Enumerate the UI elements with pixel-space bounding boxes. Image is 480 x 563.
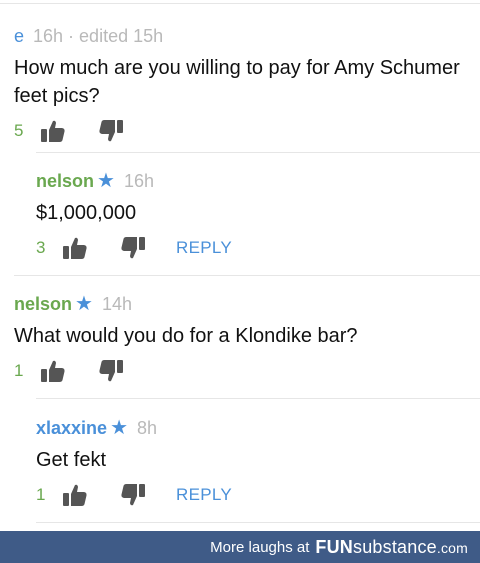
comment-divider bbox=[14, 275, 480, 276]
star-icon: ★ bbox=[110, 417, 128, 439]
thumbs-up-icon[interactable] bbox=[62, 236, 88, 260]
comment-timestamp: 16h bbox=[123, 170, 154, 191]
thumbs-down-icon[interactable] bbox=[120, 483, 146, 507]
brand-substance: substance bbox=[353, 536, 437, 557]
comment-4: xlaxxine ★ 8h Get fekt 1 REPLY bbox=[36, 416, 480, 510]
footer-text: More laughs at bbox=[210, 538, 310, 556]
comment-divider bbox=[36, 398, 480, 399]
comment-username[interactable]: nelson bbox=[14, 294, 72, 315]
comment-text: How much are you willing to pay for Amy … bbox=[14, 57, 460, 107]
thumbs-up-icon[interactable] bbox=[40, 119, 66, 143]
thumbs-down-icon[interactable] bbox=[98, 359, 124, 383]
comment-username[interactable]: xlaxxine bbox=[36, 418, 107, 439]
upvote-count: 3 bbox=[36, 238, 46, 257]
comment-timestamp: 8h bbox=[137, 417, 158, 438]
comment-3: nelson ★ 14h What would you do for a Klo… bbox=[14, 292, 480, 386]
watermark-footer: More laughs at FUNsubstance.com bbox=[0, 531, 480, 563]
comment-text: What would you do for a Klondike bar? bbox=[14, 325, 358, 347]
upvote-count: 5 bbox=[14, 121, 24, 140]
brand-fun: FUN bbox=[315, 536, 353, 557]
thumbs-up-icon[interactable] bbox=[40, 359, 66, 383]
star-icon: ★ bbox=[97, 170, 115, 192]
comment-username[interactable]: nelson bbox=[36, 171, 94, 192]
brand-domain: .com bbox=[436, 539, 468, 556]
upvote-count: 1 bbox=[36, 485, 46, 504]
reply-button[interactable]: REPLY bbox=[176, 485, 232, 505]
brand-logo: FUNsubstance.com bbox=[315, 537, 468, 558]
thumbs-down-icon[interactable] bbox=[98, 119, 124, 143]
thumbs-down-icon[interactable] bbox=[120, 236, 146, 260]
comment-text: Get fekt bbox=[36, 449, 107, 471]
upvote-count: 1 bbox=[14, 361, 24, 380]
comment-2: nelson ★ 16h $1,000,000 3 REPLY bbox=[36, 169, 480, 263]
top-divider bbox=[0, 3, 480, 4]
reply-button[interactable]: REPLY bbox=[176, 238, 232, 258]
thumbs-up-icon[interactable] bbox=[62, 483, 88, 507]
comment-text: $1,000,000 bbox=[36, 202, 137, 224]
comment-timestamp: 14h bbox=[101, 293, 132, 314]
comment-divider bbox=[36, 522, 480, 523]
comment-timestamp: 16h · edited 15h bbox=[33, 25, 164, 46]
comment-1: e 16h · edited 15h How much are you will… bbox=[14, 24, 480, 146]
comment-divider bbox=[36, 152, 480, 153]
comment-username[interactable]: e bbox=[14, 26, 24, 47]
star-icon: ★ bbox=[75, 293, 93, 315]
